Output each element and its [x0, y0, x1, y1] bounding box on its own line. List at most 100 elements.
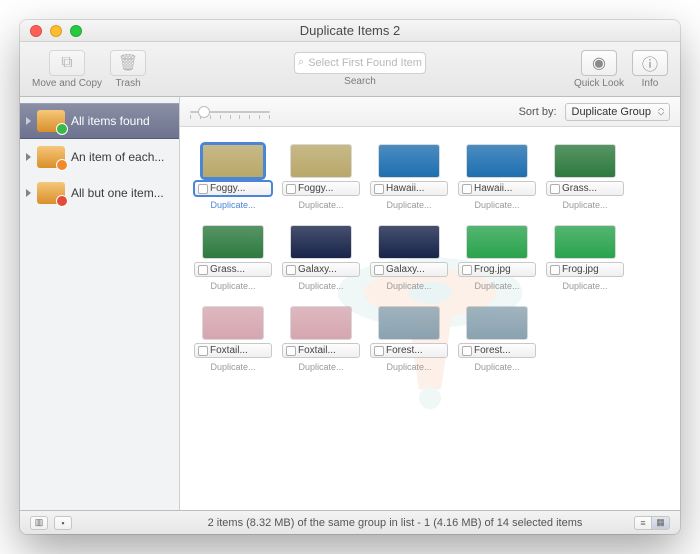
checkbox[interactable] [462, 184, 472, 194]
grid-item[interactable]: Hawaii...Duplicate... [458, 145, 536, 210]
thumbnail[interactable] [467, 307, 527, 339]
item-sub: Duplicate... [562, 281, 607, 291]
grid-item[interactable]: Frog.jpg Duplicate... [546, 226, 624, 291]
grid-item[interactable]: Forest... Duplicate... [458, 307, 536, 372]
checkbox[interactable] [462, 265, 472, 275]
item-name-box[interactable]: Foggy... [194, 181, 272, 196]
status-icon-columns[interactable]: ▥ [30, 516, 48, 530]
folder-icon: ⧉ [61, 54, 72, 72]
checkbox[interactable] [550, 184, 560, 194]
checkbox[interactable] [286, 346, 296, 356]
item-name: Foggy... [298, 183, 333, 194]
thumbnail[interactable] [291, 145, 351, 177]
checkbox[interactable] [198, 265, 208, 275]
thumbnail[interactable] [203, 226, 263, 258]
thumbnail[interactable] [379, 145, 439, 177]
move-copy-button[interactable]: ⧉ Move and Copy [32, 50, 102, 89]
grid-item[interactable]: Galaxy... Duplicate... [370, 226, 448, 291]
item-name-box[interactable]: Galaxy... [282, 262, 360, 277]
item-name: Foggy... [210, 183, 245, 194]
item-name-box[interactable]: Grass... [546, 181, 624, 196]
item-sub: Duplicate... [298, 200, 343, 210]
status-icon-trash[interactable]: ▪ [54, 516, 72, 530]
checkbox[interactable] [374, 346, 384, 356]
sort-select[interactable]: Duplicate Group [565, 103, 671, 121]
thumbnail[interactable] [555, 145, 615, 177]
item-name-box[interactable]: Forest... [458, 343, 536, 358]
thumbnail-size-slider[interactable] [190, 107, 270, 117]
disclosure-icon [26, 117, 31, 125]
item-name-box[interactable]: Hawaii... [458, 181, 536, 196]
sidebar-item-each[interactable]: An item of each... [20, 139, 179, 175]
sidebar-item-all[interactable]: All items found [20, 103, 179, 139]
item-sub: Duplicate... [386, 281, 431, 291]
checkbox[interactable] [550, 265, 560, 275]
item-name: Frog.jpg [474, 264, 511, 275]
checkbox[interactable] [374, 184, 384, 194]
item-name-box[interactable]: Grass... [194, 262, 272, 277]
view-toggle[interactable]: ≡ ▦ [634, 516, 670, 530]
item-name: Forest... [474, 345, 511, 356]
body: All items found An item of each... All b… [20, 97, 680, 510]
titlebar[interactable]: Duplicate Items 2 [20, 20, 680, 42]
item-sub: Duplicate... [210, 200, 255, 210]
item-name-box[interactable]: Frog.jpg [546, 262, 624, 277]
item-name-box[interactable]: Foxtail... [282, 343, 360, 358]
item-grid[interactable]: Foggy... Duplicate... Foggy... Duplicate...… [180, 127, 680, 510]
item-name-box[interactable]: Forest... [370, 343, 448, 358]
quicklook-button[interactable]: ◉ Quick Look [574, 50, 624, 89]
grid-item[interactable]: Grass...Duplicate... [194, 226, 272, 291]
grid-item[interactable]: Foggy... Duplicate... [282, 145, 360, 210]
checkbox[interactable] [198, 346, 208, 356]
zoom-button[interactable] [70, 25, 82, 37]
window-controls [20, 25, 82, 37]
grid-view-icon[interactable]: ▦ [652, 516, 670, 530]
thumbnail[interactable] [379, 307, 439, 339]
thumbnail[interactable] [379, 226, 439, 258]
checkbox[interactable] [198, 184, 208, 194]
thumbnail[interactable] [203, 145, 263, 177]
checkbox[interactable] [462, 346, 472, 356]
grid-item[interactable]: Forest...Duplicate... [370, 307, 448, 372]
box-icon [37, 146, 65, 168]
thumbnail[interactable] [467, 145, 527, 177]
thumbnail[interactable] [291, 226, 351, 258]
grid-item[interactable]: Foxtail...Duplicate... [282, 307, 360, 372]
info-button[interactable]: ⓘ Info [632, 50, 668, 89]
close-button[interactable] [30, 25, 42, 37]
sort-label: Sort by: [519, 106, 557, 118]
thumbnail[interactable] [555, 226, 615, 258]
list-view-icon[interactable]: ≡ [634, 516, 652, 530]
grid-item[interactable]: Hawaii...Duplicate... [370, 145, 448, 210]
grid-item[interactable]: Frog.jpg Duplicate... [458, 226, 536, 291]
item-sub: Duplicate... [474, 281, 519, 291]
item-name-box[interactable]: Foggy... [282, 181, 360, 196]
search-icon: ⌕ [298, 56, 304, 69]
item-name-box[interactable]: Galaxy... [370, 262, 448, 277]
thumbnail[interactable] [203, 307, 263, 339]
item-name: Foxtail... [298, 345, 336, 356]
minimize-button[interactable] [50, 25, 62, 37]
grid-item[interactable]: Galaxy... Duplicate... [282, 226, 360, 291]
checkbox[interactable] [374, 265, 384, 275]
thumbnail[interactable] [291, 307, 351, 339]
app-window: Duplicate Items 2 ⧉ Move and Copy 🗑 Tras… [20, 20, 680, 534]
grid-item[interactable]: Foggy... Duplicate... [194, 145, 272, 210]
grid-item[interactable]: Foxtail...Duplicate... [194, 307, 272, 372]
item-sub: Duplicate... [474, 362, 519, 372]
item-name-box[interactable]: Foxtail... [194, 343, 272, 358]
sidebar-item-allbutone[interactable]: All but one item... [20, 175, 179, 211]
trash-button[interactable]: 🗑 Trash [110, 50, 146, 89]
checkbox[interactable] [286, 265, 296, 275]
thumbnail[interactable] [467, 226, 527, 258]
item-name-box[interactable]: Hawaii... [370, 181, 448, 196]
status-text: 2 items (8.32 MB) of the same group in l… [180, 517, 610, 529]
item-name: Grass... [562, 183, 597, 194]
checkbox[interactable] [286, 184, 296, 194]
item-name: Galaxy... [386, 264, 425, 275]
item-name: Galaxy... [298, 264, 337, 275]
item-sub: Duplicate... [298, 281, 343, 291]
item-name-box[interactable]: Frog.jpg [458, 262, 536, 277]
grid-item[interactable]: Grass...Duplicate... [546, 145, 624, 210]
search-input[interactable]: ⌕ Select First Found Item [294, 52, 426, 74]
